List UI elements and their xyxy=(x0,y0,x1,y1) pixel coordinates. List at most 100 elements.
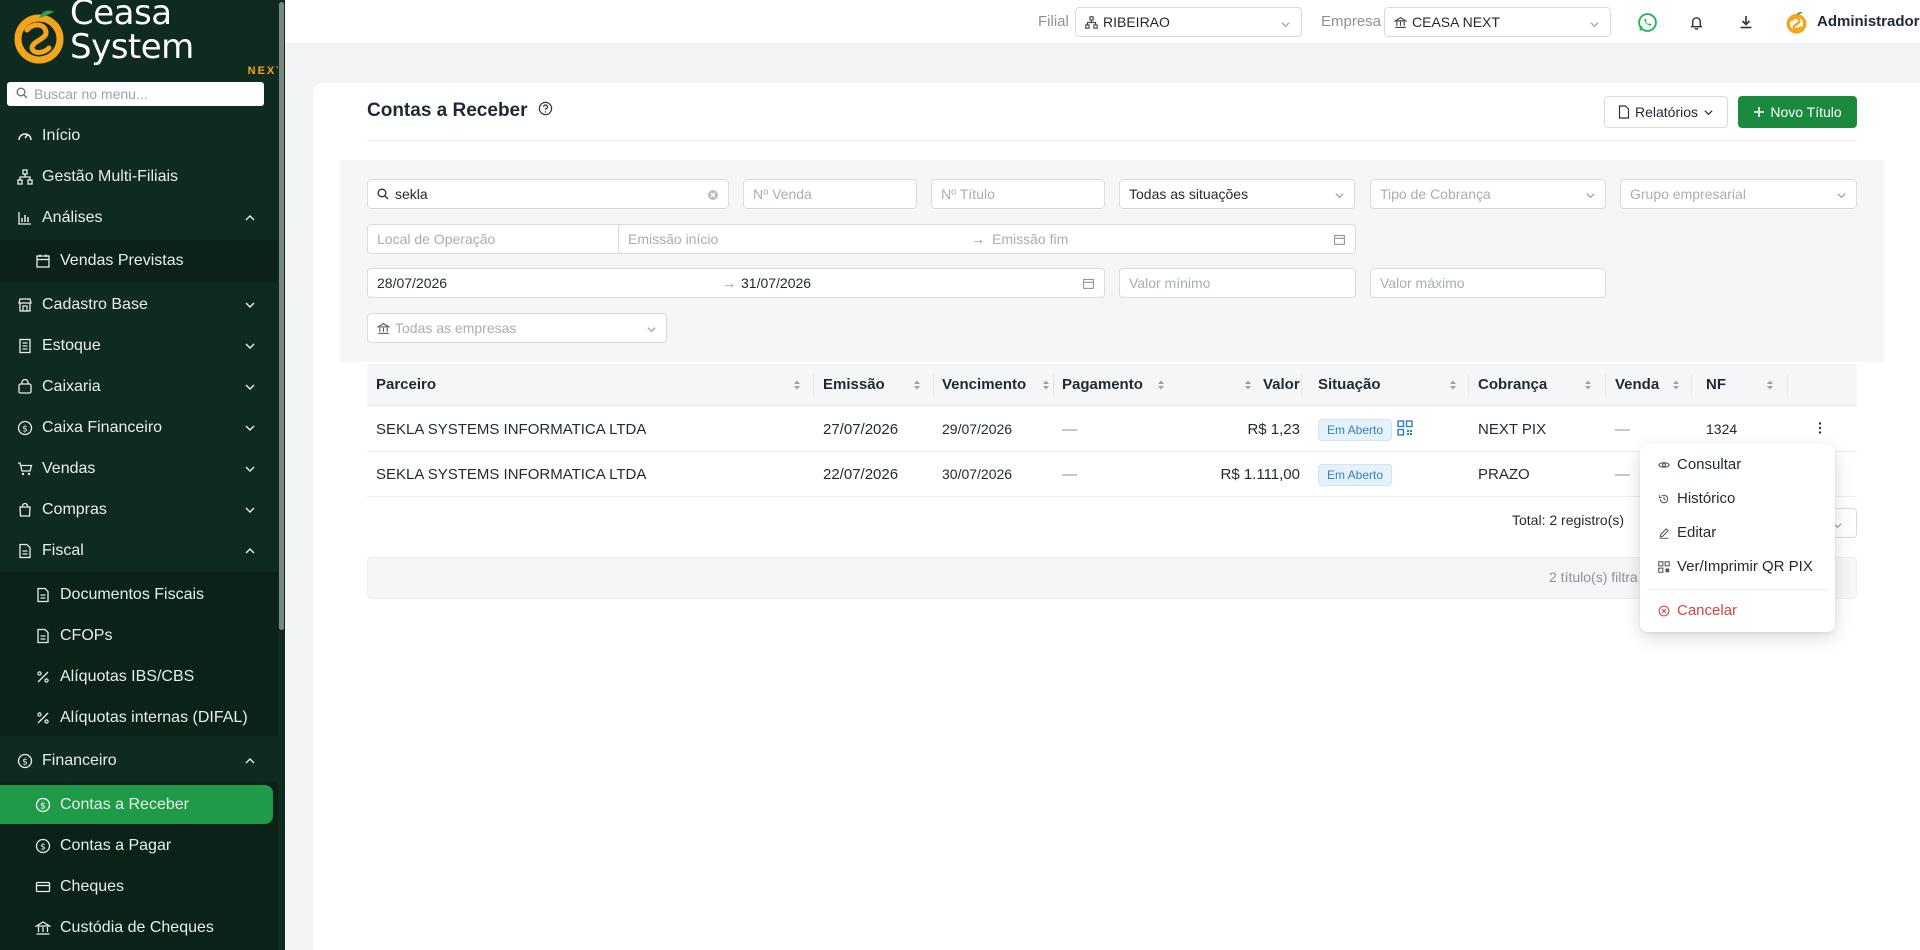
sidebar-item-vendas-previstas[interactable]: Vendas Previstas xyxy=(0,241,278,281)
download-icon[interactable] xyxy=(1734,10,1758,34)
sort-icon[interactable] xyxy=(1449,378,1457,390)
sidebar-item-fiscal[interactable]: Fiscal xyxy=(0,531,278,571)
sidebar-item-aliquotas-difal[interactable]: Alíquotas internas (DIFAL) xyxy=(0,698,278,738)
column-header-cobranca[interactable]: Cobrança xyxy=(1478,376,1547,393)
vencimento-range-picker[interactable]: 28/07/2026 → 31/07/2026 xyxy=(367,268,1105,298)
empresas-select[interactable]: Todas as empresas xyxy=(367,313,667,343)
help-icon[interactable] xyxy=(538,100,553,122)
search-field[interactable]: sekla xyxy=(367,179,729,209)
sidebar-item-analises[interactable]: Análises xyxy=(0,198,278,238)
sidebar-item-cheques[interactable]: Cheques xyxy=(0,867,278,907)
sort-icon[interactable] xyxy=(1157,378,1165,390)
chevron-down-icon xyxy=(244,503,256,521)
column-header-venda[interactable]: Venda xyxy=(1615,376,1659,393)
sidebar-item-financeiro[interactable]: $ Financeiro xyxy=(0,741,278,781)
total-records: Total: 2 registro(s) xyxy=(1512,512,1625,528)
sidebar-item-inicio[interactable]: Início xyxy=(0,116,278,156)
reports-button[interactable]: Relatórios xyxy=(1604,96,1728,128)
menu-item-ver-imprimir-qr-pix[interactable]: Ver/Imprimir QR PIX xyxy=(1658,558,1813,575)
menu-search[interactable] xyxy=(7,82,264,106)
venda-number-input[interactable]: Nº Venda xyxy=(743,179,917,209)
menu-item-editar[interactable]: Editar xyxy=(1658,524,1716,541)
svg-text:$: $ xyxy=(40,801,46,811)
sort-icon[interactable] xyxy=(793,378,801,390)
bag-icon xyxy=(16,378,34,396)
dollar-circle-icon: $ xyxy=(16,419,34,437)
sidebar-item-contas-a-receber[interactable]: $ Contas a Receber xyxy=(0,785,273,824)
cell-emissao: 22/07/2026 xyxy=(823,466,899,483)
sidebar-item-aliquotas-ibs-cbs[interactable]: Alíquotas IBS/CBS xyxy=(0,657,278,697)
plus-icon xyxy=(1753,106,1765,118)
titulo-number-input[interactable]: Nº Título xyxy=(931,179,1105,209)
sort-icon[interactable] xyxy=(913,378,921,390)
reports-button-label: Relatórios xyxy=(1634,104,1699,120)
sidebar-item-label: Cheques xyxy=(60,878,125,895)
sort-icon[interactable] xyxy=(1766,378,1774,390)
sidebar-item-cfops[interactable]: CFOPs xyxy=(0,616,278,656)
sidebar-item-label: Fiscal xyxy=(42,542,84,559)
more-vertical-icon[interactable] xyxy=(1817,420,1823,440)
sidebar-scrollbar[interactable] xyxy=(278,0,285,950)
bell-icon[interactable] xyxy=(1684,10,1708,34)
sidebar-item-custodia-de-cheques[interactable]: Custódia de Cheques xyxy=(0,908,278,948)
table-row[interactable]: SEKLA SYSTEMS INFORMATICA LTDA 27/07/202… xyxy=(367,407,1857,452)
menu-item-historico[interactable]: Histórico xyxy=(1658,490,1735,507)
column-separator xyxy=(1468,374,1469,396)
column-header-valor[interactable]: Valor xyxy=(1263,376,1300,393)
clear-icon[interactable] xyxy=(707,188,719,204)
user-name[interactable]: Administrador xyxy=(1817,13,1920,30)
menu-item-consultar[interactable]: Consultar xyxy=(1658,456,1741,473)
search-value: sekla xyxy=(395,186,428,202)
menu-divider xyxy=(1648,589,1827,590)
empresa-select[interactable]: CEASA NEXT xyxy=(1384,7,1611,37)
sort-icon[interactable] xyxy=(1672,378,1680,390)
sidebar-item-label: Compras xyxy=(42,501,107,518)
chevron-down-icon xyxy=(1703,107,1714,118)
sidebar-item-gestao-multi-filiais[interactable]: Gestão Multi-Filiais xyxy=(0,157,278,197)
column-header-nf[interactable]: NF xyxy=(1706,376,1726,393)
whatsapp-icon[interactable] xyxy=(1635,10,1659,34)
column-header-situacao[interactable]: Situação xyxy=(1318,376,1381,393)
situacao-select[interactable]: Todas as situações xyxy=(1119,179,1355,209)
credit-card-icon xyxy=(34,878,52,896)
column-header-pagamento[interactable]: Pagamento xyxy=(1062,376,1143,393)
sort-icon[interactable] xyxy=(1042,378,1050,390)
sidebar-item-compras[interactable]: Compras xyxy=(0,490,278,530)
column-separator xyxy=(1605,374,1606,396)
qr-code-icon[interactable] xyxy=(1397,420,1413,440)
menu-item-cancelar[interactable]: Cancelar xyxy=(1658,602,1737,619)
sort-icon[interactable] xyxy=(1584,378,1592,390)
column-header-vencimento[interactable]: Vencimento xyxy=(942,376,1026,393)
sidebar-item-caixaria[interactable]: Caixaria xyxy=(0,367,278,407)
valor-minimo-input[interactable]: Valor mínimo xyxy=(1119,268,1356,298)
avatar[interactable] xyxy=(1784,10,1808,34)
local-placeholder: Local de Operação xyxy=(377,231,496,247)
valor-maximo-input[interactable]: Valor máximo xyxy=(1370,268,1606,298)
qr-code-icon xyxy=(1658,560,1670,573)
sort-icon[interactable] xyxy=(1244,378,1252,390)
sidebar-item-vendas[interactable]: Vendas xyxy=(0,449,278,489)
sidebar-item-caixa-financeiro[interactable]: $ Caixa Financeiro xyxy=(0,408,278,448)
brand-logo[interactable]: Ceasa System NEXT xyxy=(12,0,285,76)
sidebar-item-contas-a-pagar[interactable]: $ Contas a Pagar xyxy=(0,826,278,866)
column-separator xyxy=(1301,374,1302,396)
dollar-circle-icon: $ xyxy=(34,796,52,814)
chevron-up-icon xyxy=(244,754,256,772)
column-header-emissao[interactable]: Emissão xyxy=(823,376,885,393)
filial-select[interactable]: RIBEIRAO xyxy=(1075,7,1302,37)
new-title-button[interactable]: Novo Título xyxy=(1738,96,1857,128)
sidebar-scrollbar-thumb[interactable] xyxy=(279,2,284,630)
sidebar-item-documentos-fiscais[interactable]: Documentos Fiscais xyxy=(0,575,278,615)
menu-search-input[interactable] xyxy=(34,86,254,102)
store-icon xyxy=(16,296,34,314)
bar-chart-icon xyxy=(16,209,34,227)
emissao-range-picker[interactable]: Emissão início → Emissão fim xyxy=(618,224,1356,254)
grupo-empresarial-select[interactable]: Grupo empresarial xyxy=(1620,179,1857,209)
chevron-down-icon xyxy=(1334,188,1345,204)
column-header-parceiro[interactable]: Parceiro xyxy=(376,376,436,393)
cobranca-select[interactable]: Tipo de Cobrança xyxy=(1370,179,1606,209)
sidebar-item-estoque[interactable]: Estoque xyxy=(0,326,278,366)
table-row[interactable]: SEKLA SYSTEMS INFORMATICA LTDA 22/07/202… xyxy=(367,452,1857,497)
sidebar-item-cadastro-base[interactable]: Cadastro Base xyxy=(0,285,278,325)
eye-icon xyxy=(1658,459,1670,471)
